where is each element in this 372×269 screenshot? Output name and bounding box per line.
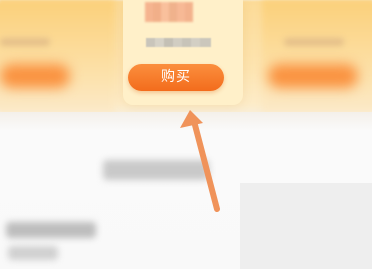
arrow-up-left-icon <box>180 110 220 212</box>
